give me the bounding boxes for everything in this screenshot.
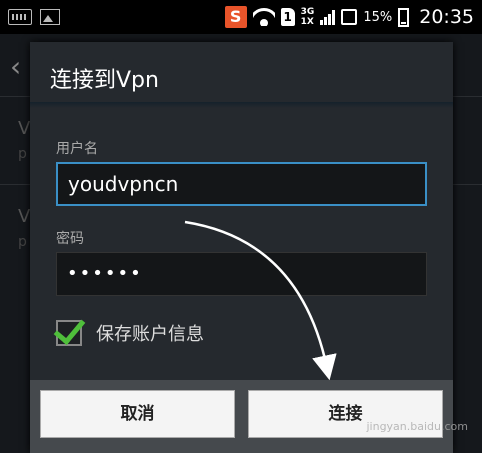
- wifi-icon: [252, 8, 275, 26]
- vpn-list-item-sub: p: [18, 146, 27, 162]
- checkmark-icon: [53, 311, 86, 346]
- dialog-button-bar: 取消 连接: [30, 380, 453, 453]
- keyboard-icon: [8, 9, 32, 25]
- save-account-checkbox[interactable]: [53, 311, 86, 346]
- app-notification-icon: S: [224, 6, 247, 28]
- save-account-label: 保存账户信息: [96, 324, 204, 345]
- clock: 20:35: [419, 6, 474, 28]
- cancel-button[interactable]: 取消: [40, 390, 235, 438]
- connect-vpn-dialog: 连接到Vpn 用户名 youdvpncn 密码 •••••• 保存账户信息 取消…: [30, 42, 453, 453]
- dialog-title: 连接到Vpn: [50, 68, 159, 93]
- battery-percent: 15%: [363, 9, 393, 25]
- vpn-list-item-title[interactable]: V: [18, 118, 30, 139]
- save-account-row[interactable]: 保存账户信息: [53, 311, 204, 346]
- vpn-list-item-sub: p: [18, 234, 27, 250]
- status-bar: S 1 3G 1X 15% 20:35: [0, 0, 482, 34]
- image-icon: [40, 9, 60, 25]
- back-icon[interactable]: ‹: [10, 50, 21, 83]
- signal-icon: [320, 9, 336, 25]
- network-type-indicator: 3G 1X: [300, 7, 315, 27]
- password-field[interactable]: ••••••: [56, 252, 427, 296]
- username-field[interactable]: youdvpncn: [56, 162, 427, 206]
- battery-icon: [398, 7, 410, 27]
- title-divider: [30, 102, 453, 108]
- sim-icon: 1: [280, 8, 295, 26]
- watermark: jingyan.baidu.com: [366, 420, 468, 433]
- vpn-list-item-title[interactable]: V: [18, 206, 30, 227]
- password-label: 密码: [56, 231, 84, 247]
- username-label: 用户名: [56, 141, 98, 157]
- message-icon: [341, 9, 358, 25]
